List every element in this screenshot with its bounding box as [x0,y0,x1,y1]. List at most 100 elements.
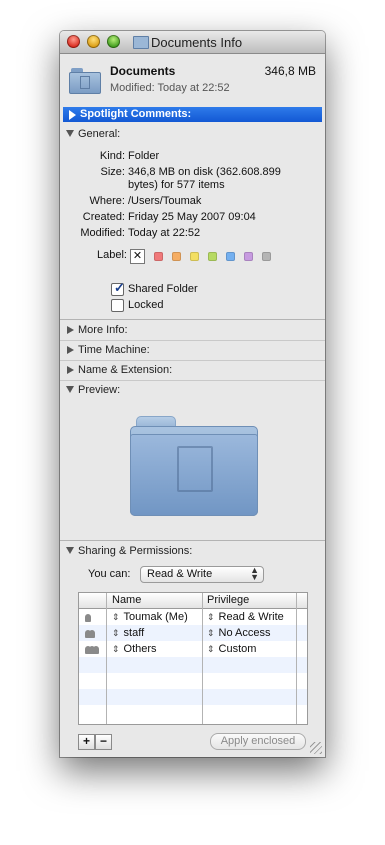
where-value: /Users/Toumak [128,195,202,207]
disclosure-triangle-icon [67,346,74,354]
table-row-empty [79,705,307,721]
item-name: Documents [110,64,176,78]
divider [60,540,325,541]
zoom-button[interactable] [107,35,120,48]
folder-icon [133,36,149,49]
checkmark-icon: ✓ [114,280,125,295]
row-name: ⇕ Toumak (Me) [112,611,188,623]
label-color-swatch[interactable] [154,252,163,261]
row-privilege-text: Read & Write [218,611,284,623]
shared-folder-checkbox[interactable]: ✓ [111,280,125,296]
row-name-text: Others [123,643,157,655]
updown-arrows-icon: ⇕ [112,644,120,654]
table-row-empty [79,657,307,673]
column-separator [106,593,107,724]
where-label: Where: [89,195,125,207]
section-name-extension[interactable]: Name & Extension: [66,364,172,376]
resize-grip-icon[interactable] [310,742,322,754]
row-name-text: Toumak (Me) [123,611,188,623]
row-privilege[interactable]: ⇕ Read & Write [207,611,284,623]
locked-checkbox[interactable] [111,299,124,312]
add-user-button[interactable]: + [78,734,95,750]
item-modified: Modified: Today at 22:52 [110,82,230,94]
you-can-label: You can: [88,568,131,580]
created-value: Friday 25 May 2007 09:04 [128,211,256,223]
disclosure-triangle-icon [66,547,74,554]
item-size: 346,8 MB [264,64,316,78]
size-value-continued: bytes) for 577 items [128,179,225,191]
column-separator [296,593,297,724]
modified-value: Today at 22:52 [128,227,201,239]
row-name: ⇕ staff [112,627,144,639]
disclosure-triangle-icon [66,130,74,137]
shared-folder-label: Shared Folder [128,283,198,295]
divider [60,340,325,341]
divider [60,319,325,320]
updown-arrows-icon: ⇕ [207,612,215,622]
row-privilege-text: Custom [218,643,257,655]
row-privilege[interactable]: ⇕ Custom [207,643,256,655]
row-name-text: staff [123,627,145,639]
divider [60,360,325,361]
apply-enclosed-button[interactable]: Apply enclosed [210,733,306,750]
updown-arrows-icon: ⇕ [112,612,120,622]
info-window: Documents Info Documents 346,8 MB Modifi… [60,31,325,757]
section-label: More Info: [78,324,128,336]
title-bar: Documents Info [60,31,325,54]
label-none-button[interactable]: ✕ [130,249,145,264]
section-label: Sharing & Permissions: [78,545,193,557]
locked-label: Locked [128,299,164,311]
table-row-empty [79,689,307,705]
size-value: 346,8 MB on disk (362.608.899 [128,166,281,178]
updown-arrows-icon: ⇕ [207,628,215,638]
table-row[interactable]: ⇕ staff ⇕ No Access [79,625,307,641]
you-can-value: Read & Write [147,568,213,580]
column-header-name[interactable]: Name [112,594,141,606]
divider [60,380,325,381]
group-icon [85,644,99,654]
section-preview[interactable]: Preview: [66,384,120,396]
user-icon [85,612,99,622]
minimize-button[interactable] [87,35,100,48]
section-label: Spotlight Comments: [80,108,192,120]
modified-label: Modified: [80,227,125,239]
label-color-swatch[interactable] [190,252,199,261]
you-can-popup[interactable]: Read & Write ▲ ▼ [140,566,264,583]
window-title: Documents Info [151,35,243,50]
kind-value: Folder [128,150,160,162]
disclosure-triangle-icon [69,110,76,120]
updown-arrows-icon: ⇕ [207,644,215,654]
table-row[interactable]: ⇕ Others ⇕ Custom [79,641,307,657]
section-label: Preview: [78,384,121,396]
updown-arrows-icon: ⇕ [112,628,120,638]
close-button[interactable] [67,35,80,48]
section-more-info[interactable]: More Info: [66,324,128,336]
section-sharing-permissions[interactable]: Sharing & Permissions: [66,545,192,557]
remove-user-button[interactable]: − [95,734,112,750]
label-label: Label: [97,249,127,261]
column-separator [202,593,203,724]
column-header-privilege[interactable]: Privilege [207,594,249,606]
label-color-swatch[interactable] [208,252,217,261]
section-spotlight-comments[interactable]: Spotlight Comments: [63,107,322,122]
row-name: ⇕ Others [112,643,157,655]
section-label: Name & Extension: [78,364,173,376]
section-label: General: [78,128,121,140]
section-general[interactable]: General: [66,128,120,140]
folder-icon [69,68,101,94]
preview-folder-icon [130,416,258,516]
table-header: Name Privilege [79,593,307,609]
table-row-empty [79,673,307,689]
disclosure-triangle-icon [67,326,74,334]
group-icon [85,628,99,638]
section-time-machine[interactable]: Time Machine: [66,344,150,356]
disclosure-triangle-icon [67,366,74,374]
label-color-swatch[interactable] [244,252,253,261]
label-color-swatch[interactable] [172,252,181,261]
label-color-swatch[interactable] [262,252,271,261]
label-color-swatch[interactable] [226,252,235,261]
row-privilege[interactable]: ⇕ No Access [207,627,271,639]
table-row[interactable]: ⇕ Toumak (Me) ⇕ Read & Write [79,609,307,625]
size-label: Size: [100,166,125,178]
section-label: Time Machine: [78,344,150,356]
